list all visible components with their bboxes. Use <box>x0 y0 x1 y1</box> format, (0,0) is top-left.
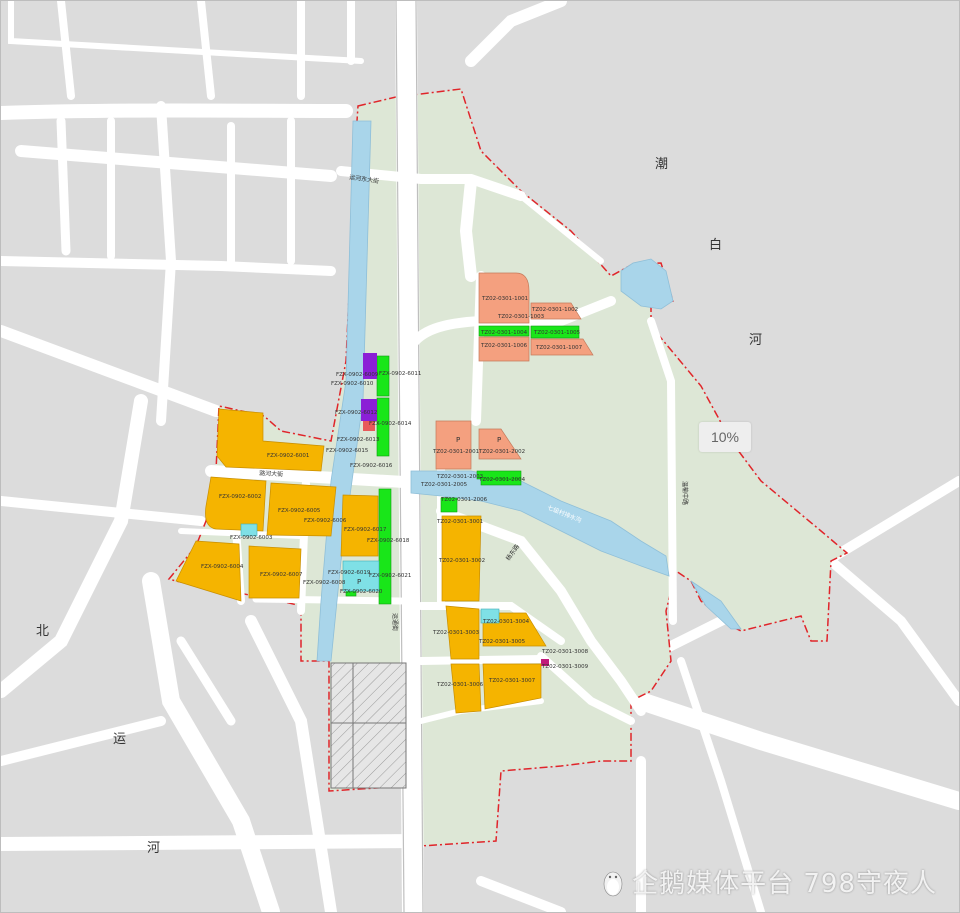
place-label-bei: 北 <box>36 624 49 639</box>
parcel-label: TZ02-0301-1003 <box>497 314 545 320</box>
place-label-he-east: 河 <box>749 333 762 348</box>
place-label-he-west: 河 <box>147 841 160 856</box>
parcel-label: TZ02-0301-2004 <box>478 477 526 483</box>
parcel-label: TZ02-0301-1006 <box>480 343 528 349</box>
reserved-land-block <box>330 662 407 789</box>
parcel-label: FZX-0902-6001 <box>267 453 309 459</box>
parcel-label: TZ02-0301-1007 <box>535 345 583 351</box>
parcel-label: FZX-0902-6006 <box>304 518 347 524</box>
parcel-label: TZ02-0301-2005 <box>420 482 468 488</box>
parking-mark: P <box>497 436 501 444</box>
parcel-label: FZX-0902-6008 <box>303 580 346 586</box>
zoom-level-indicator[interactable]: 10% <box>699 422 751 452</box>
parcel-label: TZ02-0301-1004 <box>480 330 528 336</box>
planning-map[interactable]: 运河东大街 潞河大街 七级村排水沟 温榆中路 运通街 杨东路 潮 白 河 北 运… <box>1 1 959 912</box>
south-road-label: 运通街 <box>391 613 399 631</box>
parcel-label: TZ02-0301-3007 <box>488 678 536 684</box>
watermark: 企鹅媒体平台 798守夜人 <box>602 863 937 900</box>
parcel-label: TZ02-0301-3008 <box>541 649 589 655</box>
parcel-label: TZ02-0301-3005 <box>478 639 526 645</box>
parcel-label: FZX-0902-6017 <box>344 527 387 533</box>
parcel-label: FZX-0902-6012 <box>335 410 377 416</box>
parcel-label: FZX-0902-6018 <box>367 538 410 544</box>
parcel-label: TZ02-0301-3002 <box>438 558 485 564</box>
east-road-label: 温榆中路 <box>681 481 689 505</box>
parcel-label: FZX-0902-6015 <box>326 448 369 454</box>
parking-mark: P <box>456 436 460 444</box>
parcel-label: FZX-0902-6002 <box>219 494 261 500</box>
parcel-label: TZ02-0301-2006 <box>440 497 488 503</box>
parcel-label: FZX-0902-6010 <box>331 381 374 387</box>
parcel-label: FZX-0902-6005 <box>278 508 321 514</box>
parcel-label: FZX-0902-6019 <box>328 570 371 576</box>
map-viewport[interactable]: 运河东大街 潞河大街 七级村排水沟 温榆中路 运通街 杨东路 潮 白 河 北 运… <box>0 0 960 913</box>
parcel-label: TZ02-0301-1002 <box>531 307 578 313</box>
parcel-label: TZ02-0301-1005 <box>533 330 581 336</box>
parking-mark: P <box>357 578 361 586</box>
parcel-label: TZ02-0301-3004 <box>482 619 530 625</box>
parcel-label: TZ02-0301-3001 <box>436 519 483 525</box>
parcel-label: TZ02-0301-2002 <box>478 449 525 455</box>
parcel-label: FZX-0902-6021 <box>369 573 411 579</box>
parcel-label: TZ02-0301-3009 <box>541 664 589 670</box>
parcel-label: FZX-0902-6007 <box>260 572 303 578</box>
parcel-label: TZ02-0301-2003 <box>436 474 484 480</box>
parcel-label: FZX-0902-6011 <box>379 371 421 377</box>
place-label-yun: 运 <box>113 732 126 747</box>
parcel-label: FZX-0902-6004 <box>201 564 244 570</box>
place-label-chao: 潮 <box>655 157 668 172</box>
parcel-label: TZ02-0301-3003 <box>432 630 480 636</box>
parcel-label: FZX-0902-6013 <box>337 437 380 443</box>
watermark-text: 企鹅媒体平台 798守夜人 <box>632 869 937 899</box>
parcel-label: FZX-0902-6014 <box>369 421 412 427</box>
parcel-label: FZX-0902-6016 <box>350 463 393 469</box>
parcel-label: FZX-0902-6009 <box>336 372 379 378</box>
road-label-mid: 潞河大街 <box>259 469 283 478</box>
place-label-bai: 白 <box>709 237 722 253</box>
parcel-label: TZ02-0301-3006 <box>436 682 484 688</box>
parcel-label: FZX-0902-6003 <box>230 535 273 541</box>
penguin-icon <box>603 871 623 896</box>
parcel-label: FZX-0902-6020 <box>340 589 383 595</box>
parcel-label: TZ02-0301-1001 <box>481 296 528 302</box>
parcel-label: TZ02-0301-2001 <box>432 449 479 455</box>
